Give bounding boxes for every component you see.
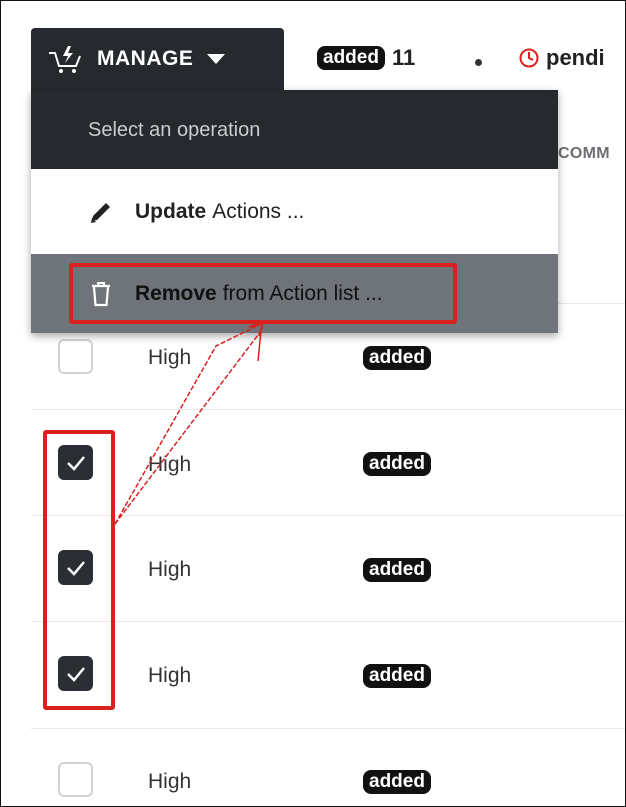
separator-dot — [475, 59, 482, 66]
menu-item-update-rest: Actions ... — [212, 199, 305, 223]
pending-stat: pendi — [518, 45, 605, 71]
added-badge: added — [317, 46, 385, 70]
row-status-badge: added — [363, 452, 431, 476]
row-status-badge: added — [363, 770, 431, 794]
row-priority: High — [148, 453, 192, 476]
row-divider — [31, 728, 625, 729]
row-status-badge: added — [363, 346, 431, 370]
row-status-badge: added — [363, 558, 431, 582]
manage-button[interactable]: MANAGE — [31, 28, 284, 90]
row-checkbox[interactable] — [58, 339, 93, 374]
annotation-highlight-checkboxes — [43, 430, 115, 710]
chevron-down-icon — [207, 54, 226, 64]
row-divider — [31, 515, 625, 516]
pending-label: pendi — [546, 45, 605, 70]
row-priority: High — [148, 558, 192, 581]
annotation-highlight-remove — [69, 263, 457, 324]
added-count: 11 — [391, 45, 416, 70]
row-priority: High — [148, 346, 192, 369]
screenshot-frame: MANAGE added 11 pendi COMM High added Hi… — [0, 0, 626, 807]
row-divider — [31, 621, 625, 622]
row-priority: High — [148, 664, 192, 687]
menu-item-update-bold: Update — [135, 199, 207, 223]
added-stat: added 11 — [317, 45, 415, 71]
row-priority: High — [148, 770, 192, 793]
menu-item-update-actions[interactable]: Update Actions ... — [31, 169, 558, 254]
pencil-icon — [91, 202, 110, 223]
row-status-badge: added — [363, 664, 431, 688]
manage-label: MANAGE — [97, 47, 194, 70]
row-checkbox[interactable] — [58, 762, 93, 797]
dropdown-header: Select an operation — [31, 90, 558, 169]
clock-icon — [519, 48, 539, 68]
column-header-comments[interactable]: COMM — [558, 145, 625, 178]
row-divider — [31, 409, 625, 410]
cart-bolt-icon — [49, 46, 81, 73]
